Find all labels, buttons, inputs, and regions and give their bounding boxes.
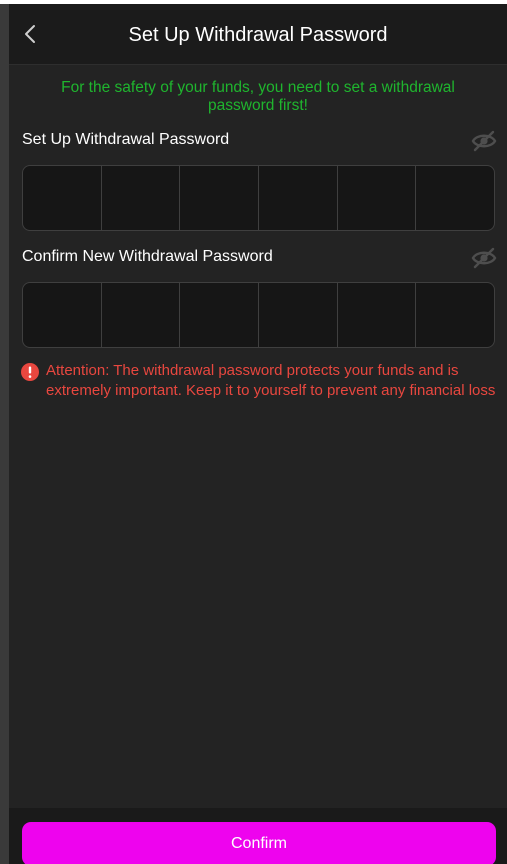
toggle-password-visibility[interactable] (471, 130, 497, 152)
password-digit-3[interactable] (180, 166, 260, 230)
confirm-digit-3[interactable] (180, 283, 260, 347)
confirm-password-label: Confirm New Withdrawal Password (22, 248, 273, 265)
password-pin-input[interactable] (22, 165, 495, 231)
password-digit-1[interactable] (23, 166, 102, 230)
confirm-digit-4[interactable] (259, 283, 338, 347)
password-label: Set Up Withdrawal Password (22, 131, 230, 148)
left-edge-bar (0, 4, 9, 864)
confirm-button[interactable]: Confirm (22, 822, 496, 864)
withdrawal-password-page: Set Up Withdrawal Password For the safet… (9, 4, 507, 864)
confirm-digit-1[interactable] (23, 283, 102, 347)
toggle-confirm-visibility[interactable] (471, 247, 497, 269)
eye-off-icon (471, 247, 497, 269)
screen: Set Up Withdrawal Password For the safet… (0, 0, 507, 864)
confirm-digit-6[interactable] (416, 283, 494, 347)
alert-circle-icon (21, 363, 39, 381)
password-digit-4[interactable] (259, 166, 338, 230)
header: Set Up Withdrawal Password (9, 4, 507, 65)
eye-off-icon (471, 130, 497, 152)
password-digit-2[interactable] (102, 166, 181, 230)
confirm-digit-2[interactable] (102, 283, 181, 347)
confirm-pin-input[interactable] (22, 282, 495, 348)
password-digit-5[interactable] (338, 166, 417, 230)
page-title: Set Up Withdrawal Password (128, 24, 388, 46)
password-digit-6[interactable] (416, 166, 494, 230)
confirm-digit-5[interactable] (338, 283, 417, 347)
attention-text: Attention: The withdrawal password prote… (46, 362, 496, 399)
safety-notice: For the safety of your funds, you need t… (61, 79, 455, 114)
